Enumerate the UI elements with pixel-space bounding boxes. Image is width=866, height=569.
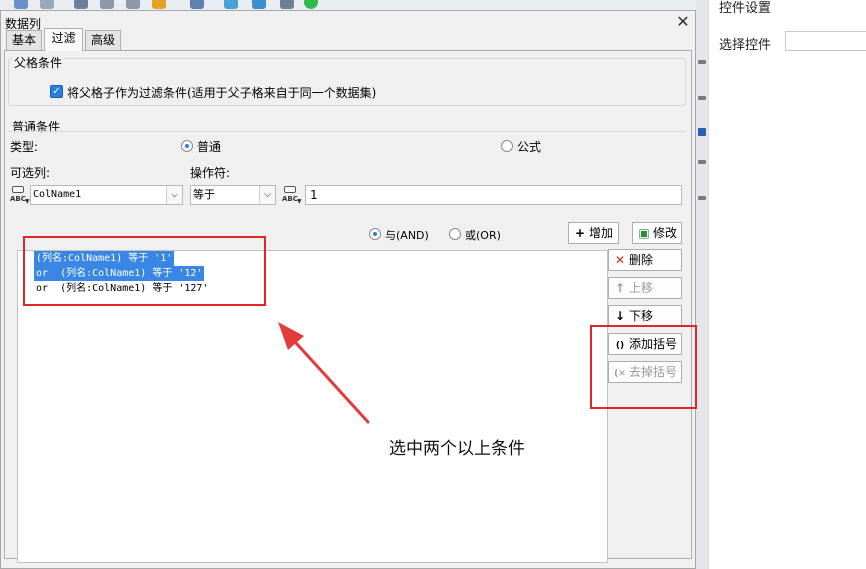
edit-button[interactable]: ▣ 修改	[632, 222, 682, 244]
annotation-arrow-icon	[278, 322, 370, 424]
background-toolbar	[0, 0, 708, 10]
type-formula-label[interactable]: 公式	[517, 138, 541, 155]
edit-icon: ▣	[638, 226, 650, 240]
bug-icon[interactable]	[224, 0, 238, 9]
column-type-icon[interactable]: ABC ▼	[10, 186, 30, 205]
delete-button[interactable]: ✕ 删除	[608, 249, 682, 271]
strip-handle-icon	[698, 60, 706, 64]
plus-icon: +	[574, 226, 586, 240]
operator-label: 操作符:	[190, 166, 231, 180]
strip-handle-icon	[698, 160, 706, 164]
type-normal-label[interactable]: 普通	[197, 138, 221, 155]
cell-icon[interactable]	[190, 0, 204, 9]
select-control-label: 选择控件	[719, 38, 772, 53]
type-formula-radio[interactable]	[501, 140, 513, 152]
arrow-up-icon: ↑	[614, 281, 626, 295]
settings-icon[interactable]	[280, 0, 294, 9]
strip-handle-icon	[698, 96, 706, 100]
chevron-down-icon[interactable]: ⌵	[166, 186, 182, 204]
paren-buttons-highlight	[590, 325, 697, 409]
arrow-down-icon: ↓	[614, 309, 626, 323]
copy-icon[interactable]	[100, 0, 114, 9]
redo-icon[interactable]	[40, 0, 54, 9]
value-type-icon[interactable]: ABC ▼	[282, 186, 302, 205]
delete-icon: ✕	[614, 253, 626, 267]
tab-filter[interactable]: 过滤	[44, 28, 83, 51]
undo-icon[interactable]	[14, 0, 28, 9]
value-input[interactable]: 1	[305, 185, 682, 205]
logic-and-label[interactable]: 与(AND)	[385, 227, 429, 243]
move-down-button[interactable]: ↓ 下移	[608, 305, 682, 327]
cut-icon[interactable]	[74, 0, 88, 9]
parent-filter-checkbox[interactable]: ✓	[50, 85, 63, 98]
check-icon[interactable]	[304, 0, 318, 9]
format-brush-icon[interactable]	[152, 0, 166, 9]
logic-or-label[interactable]: 或(OR)	[465, 227, 501, 243]
logic-or-radio[interactable]	[449, 228, 461, 240]
add-button[interactable]: + 增加	[568, 222, 619, 244]
select-control-input[interactable]	[785, 31, 866, 51]
type-label: 类型:	[10, 140, 39, 154]
type-normal-radio[interactable]	[181, 140, 193, 152]
paste-icon[interactable]	[126, 0, 140, 9]
move-up-button[interactable]: ↑ 上移	[608, 277, 682, 299]
divider	[8, 131, 686, 132]
panel-title: 控件设置	[719, 1, 772, 16]
parent-filter-label[interactable]: 将父格子作为过滤条件(适用于父子格来自于同一个数据集)	[67, 84, 376, 101]
chevron-down-icon[interactable]: ⌵	[259, 186, 275, 204]
strip-handle-icon	[698, 196, 706, 200]
annotation-text: 选中两个以上条件	[389, 439, 525, 459]
selected-conditions-highlight	[23, 236, 266, 306]
logic-and-radio[interactable]	[369, 228, 381, 240]
strip-handle-icon	[698, 128, 706, 136]
operator-select-value: 等于	[193, 188, 215, 201]
property-panel: 控件设置 选择控件	[708, 0, 866, 569]
close-icon[interactable]: ✕	[673, 12, 693, 32]
tab-advanced[interactable]: 高级	[85, 30, 121, 51]
side-strip	[696, 0, 708, 569]
column-select-value: ColName1	[33, 189, 82, 200]
operator-select[interactable]: 等于 ⌵	[190, 185, 276, 205]
column-select[interactable]: ColName1 ⌵	[30, 185, 183, 205]
column-label: 可选列:	[10, 166, 51, 180]
tab-basic[interactable]: 基本	[6, 30, 42, 51]
refresh-icon[interactable]	[252, 0, 266, 9]
common-condition-title: 普通条件	[12, 120, 61, 134]
parent-condition-title: 父格条件	[12, 54, 65, 71]
